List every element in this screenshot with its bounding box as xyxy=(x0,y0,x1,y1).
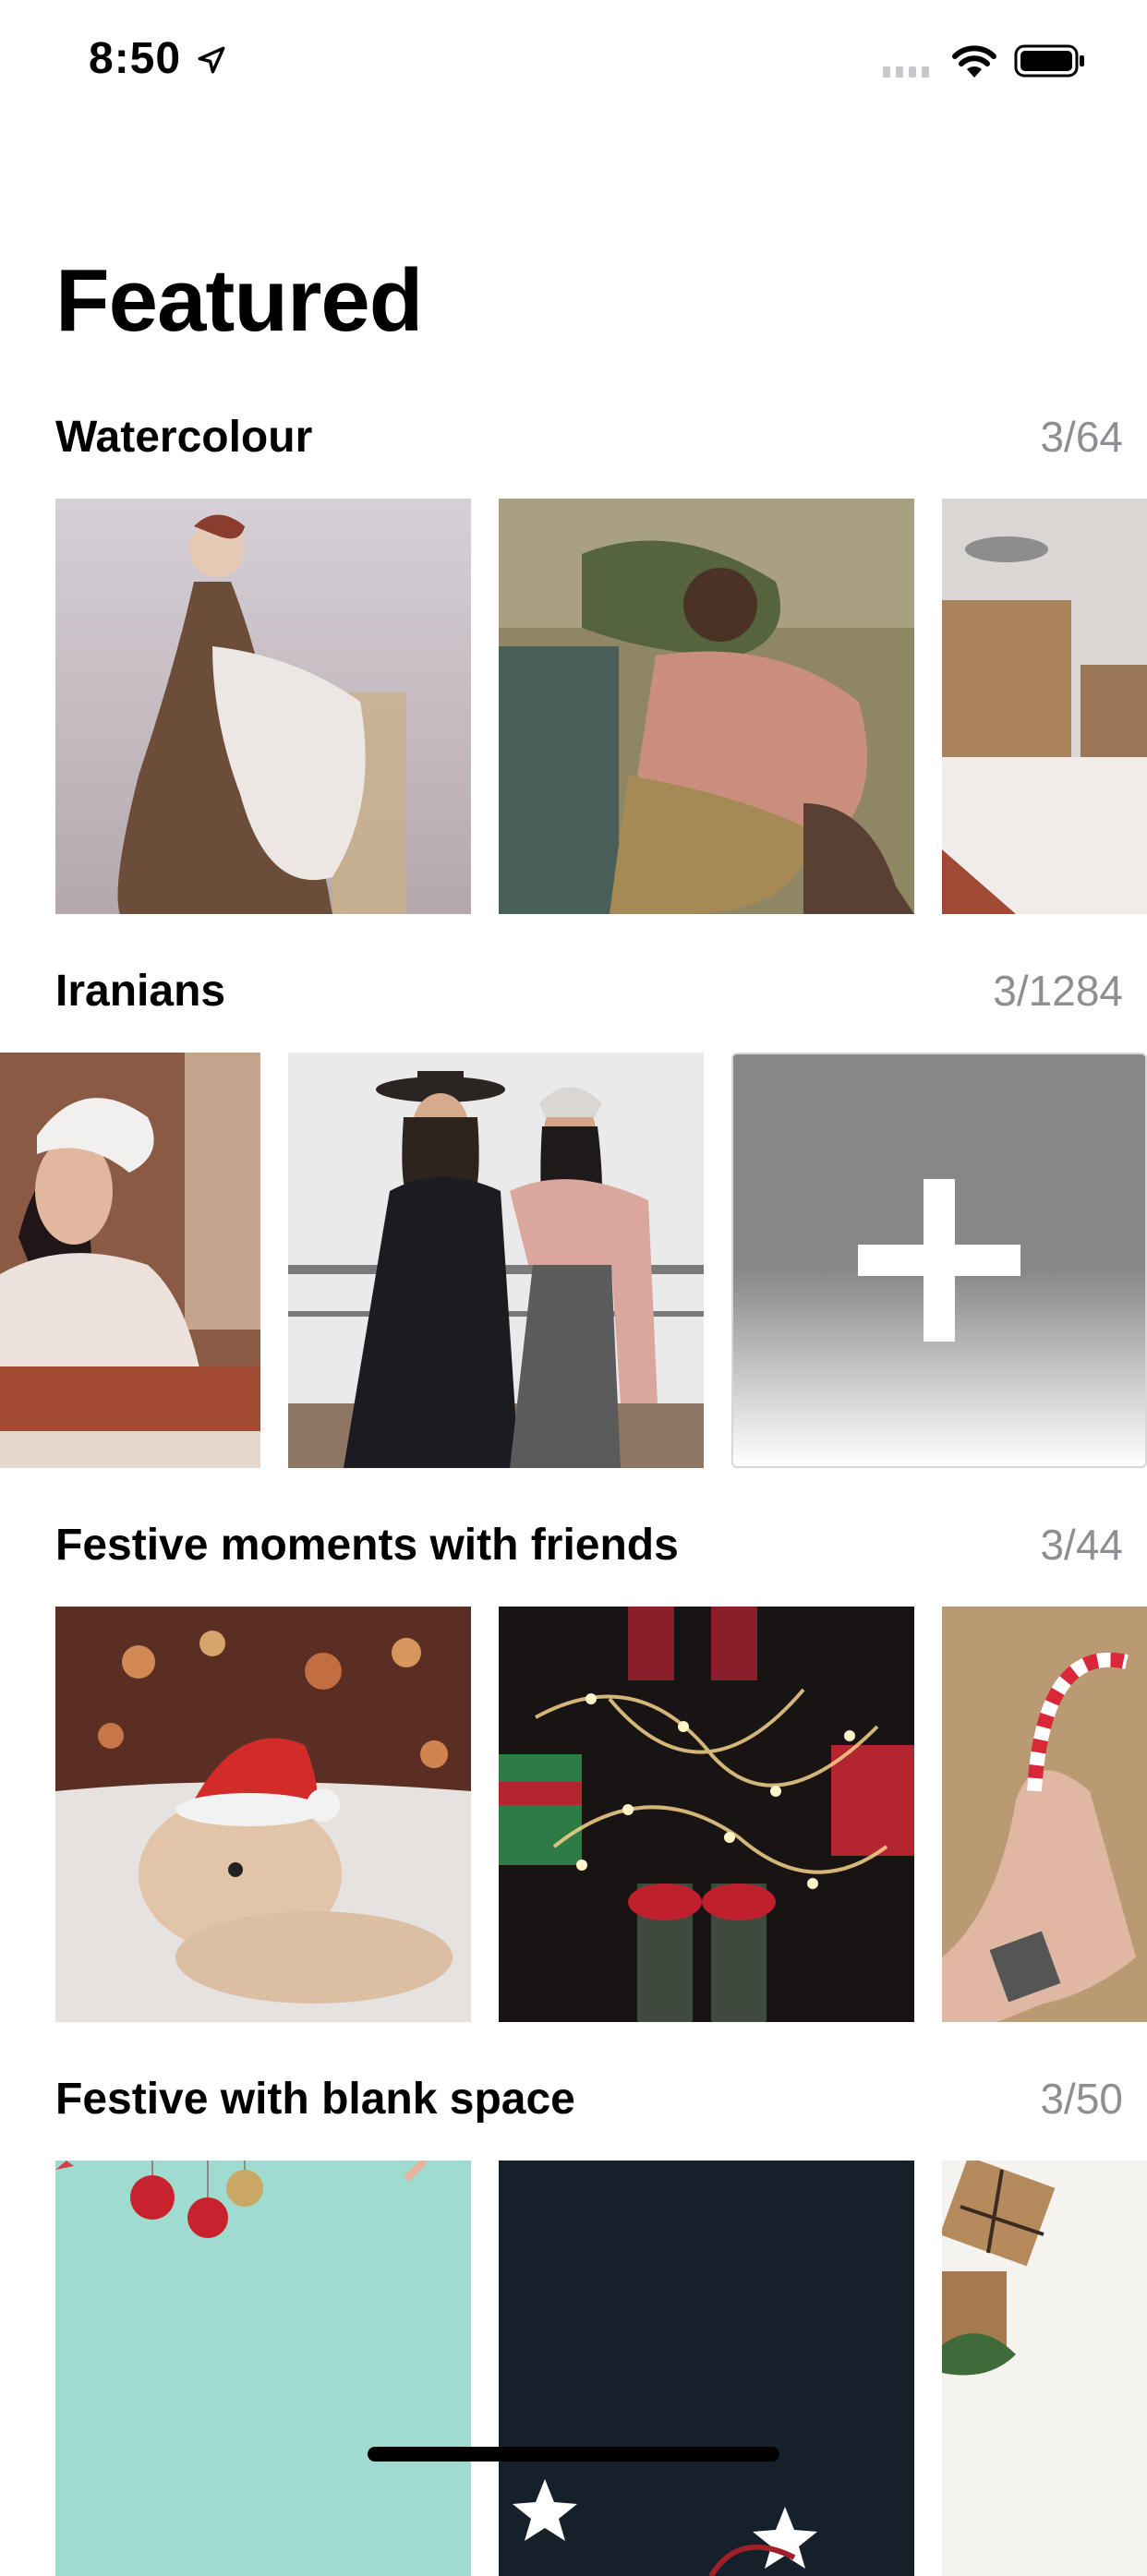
thumbnail-puppy-santa-hat[interactable] xyxy=(55,1607,471,2022)
status-time: 8:50 xyxy=(89,34,182,83)
thumbnail-carousel[interactable] xyxy=(0,1053,1147,1468)
section-title[interactable]: Watercolour xyxy=(55,415,312,460)
section-title[interactable]: Iranians xyxy=(55,969,225,1014)
section-watercolour: Watercolour 3/64 xyxy=(0,415,1147,914)
battery-icon xyxy=(1014,44,1084,78)
thumbnail-gift-boxes[interactable] xyxy=(942,2161,1147,2576)
section-festive-moments: Festive moments with friends 3/44 xyxy=(0,1523,1147,2022)
section-count: 3/44 xyxy=(1040,1521,1123,1569)
section-count: 3/64 xyxy=(1040,413,1123,461)
thumbnail-teal-ornaments[interactable] xyxy=(55,2161,471,2576)
thumbnail-carousel[interactable] xyxy=(0,2161,1147,2576)
thumbnail-woman-white-beanie[interactable] xyxy=(0,1053,260,1468)
home-indicator xyxy=(368,2447,779,2462)
page-title: Featured xyxy=(55,251,423,350)
section-title[interactable]: Festive with blank space xyxy=(55,2077,575,2122)
wifi-icon xyxy=(952,45,996,78)
status-bar: 8:50 xyxy=(0,0,1147,129)
section-festive-blank-space: Festive with blank space 3/50 xyxy=(0,2075,1147,2576)
thumbnail-carousel[interactable] xyxy=(0,1607,1147,2022)
location-arrow-icon xyxy=(198,46,225,74)
add-photo-button[interactable] xyxy=(731,1053,1147,1468)
thumbnail-watercolour-woman-with-child[interactable] xyxy=(55,499,471,914)
plus-icon xyxy=(858,1179,1020,1342)
thumbnail-watercolour-snowy-rooftops[interactable] xyxy=(942,499,1147,914)
section-iranians: Iranians 3/1284 xyxy=(0,969,1147,1468)
section-count: 3/1284 xyxy=(993,967,1123,1015)
thumbnail-carousel[interactable] xyxy=(0,499,1147,914)
thumbnail-watercolour-grieving-woman[interactable] xyxy=(499,499,914,914)
thumbnail-two-women-coats[interactable] xyxy=(288,1053,704,1468)
thumbnail-fairy-lights-socks[interactable] xyxy=(499,1607,914,2022)
thumbnail-candy-cane-hand[interactable] xyxy=(942,1607,1147,2022)
section-count: 3/50 xyxy=(1040,2075,1123,2123)
cellular-signal-icon xyxy=(883,66,929,78)
section-title[interactable]: Festive moments with friends xyxy=(55,1523,679,1568)
thumbnail-dark-stars[interactable] xyxy=(499,2161,914,2576)
